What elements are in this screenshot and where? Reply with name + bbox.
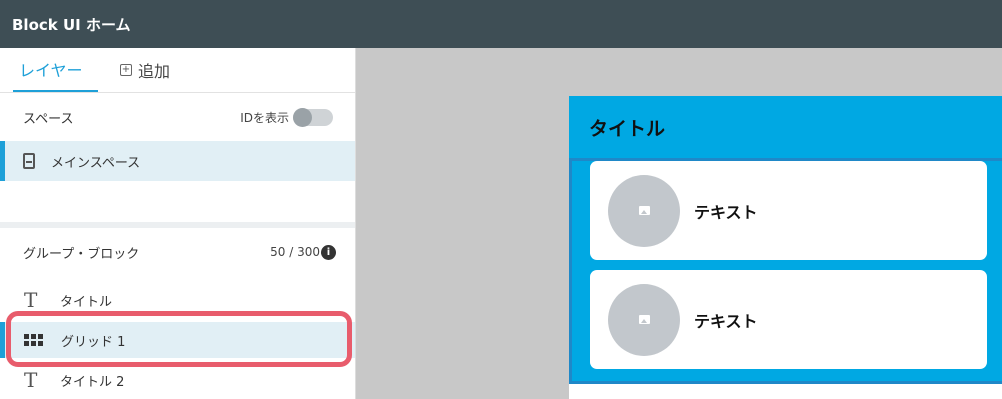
canvas-title[interactable]: タイトル: [569, 96, 1002, 158]
space-item-main[interactable]: メインスペース: [0, 141, 355, 181]
block-item-label: タイトル 2: [60, 374, 125, 390]
tab-add-label: 追加: [138, 61, 171, 81]
block-count-value: 50 / 300: [270, 245, 320, 259]
tab-layers[interactable]: レイヤー: [13, 48, 98, 92]
sidebar-tabs: レイヤー + 追加: [0, 48, 355, 93]
block-count: 50 / 300 i: [270, 244, 336, 260]
canvas-grid-block[interactable]: テキスト テキスト: [569, 158, 1002, 384]
image-placeholder: [608, 174, 680, 247]
sidebar: レイヤー + 追加 スペース IDを表示 メインスペース グループ・ブロック 5…: [0, 48, 356, 399]
preview-canvas: タイトル テキスト テキスト: [569, 96, 1002, 384]
canvas-bottom-area: [569, 384, 1002, 399]
image-icon: [638, 315, 650, 324]
show-id-label: IDを表示: [240, 110, 289, 125]
block-item-title[interactable]: T タイトル: [0, 282, 355, 318]
block-item-grid-1[interactable]: グリッド 1: [0, 322, 355, 358]
info-icon[interactable]: i: [321, 244, 336, 260]
show-id-toggle-group: IDを表示: [240, 107, 333, 127]
group-section-label: グループ・ブロック: [23, 246, 140, 262]
grid-icon: [24, 334, 43, 346]
grid-card[interactable]: テキスト: [590, 270, 987, 369]
card-text: テキスト: [694, 311, 758, 331]
group-section-header: グループ・ブロック 50 / 300 i: [0, 232, 355, 272]
block-item-title-2[interactable]: T タイトル 2: [0, 362, 355, 398]
section-divider: [0, 222, 355, 228]
text-icon: T: [24, 368, 38, 392]
show-id-toggle[interactable]: [293, 107, 333, 127]
phone-icon: [23, 153, 35, 169]
tab-add[interactable]: + 追加: [120, 48, 170, 92]
space-item-label: メインスペース: [51, 155, 141, 171]
text-icon: T: [24, 288, 38, 312]
space-section-header: スペース IDを表示: [0, 93, 355, 141]
tab-layers-label: レイヤー: [19, 60, 83, 80]
block-item-label: グリッド 1: [61, 334, 126, 350]
app-title: Block UI ホーム: [12, 15, 131, 34]
card-text: テキスト: [694, 202, 758, 222]
image-icon: [638, 206, 650, 215]
plus-box-icon: +: [120, 63, 132, 76]
block-item-label: タイトル: [60, 294, 113, 310]
toggle-knob: [293, 107, 312, 127]
image-placeholder: [608, 283, 680, 356]
grid-card[interactable]: テキスト: [590, 161, 987, 260]
space-section-label: スペース: [23, 111, 74, 127]
app-header: Block UI ホーム: [0, 0, 1002, 48]
